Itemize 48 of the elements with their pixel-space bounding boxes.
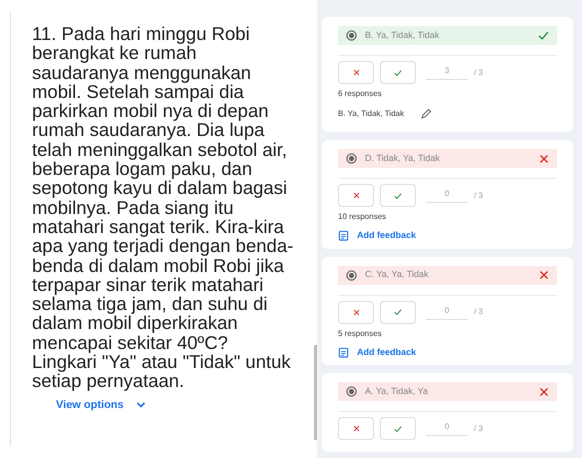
max-score: / 3	[474, 306, 483, 318]
cross-icon	[352, 308, 360, 316]
clipboard-icon	[338, 230, 349, 242]
check-icon	[538, 30, 549, 41]
cross-icon	[352, 425, 360, 432]
check-icon	[394, 192, 402, 200]
answer-text: B. Ya, Tidak, Tidak	[338, 108, 404, 120]
score-field[interactable]: 0	[426, 304, 468, 320]
max-score: / 3	[474, 66, 483, 78]
clipboard-icon	[338, 346, 349, 358]
option-text: C. Ya, Ya, Tidak	[365, 268, 430, 282]
radio-icon	[346, 153, 357, 164]
cross-icon	[352, 192, 360, 199]
check-icon	[394, 424, 402, 432]
score-field[interactable]: 0	[426, 188, 468, 203]
mark-correct-button[interactable]	[380, 300, 416, 324]
check-icon	[394, 68, 402, 76]
option-text: A. Ya, Tidak, Ya	[365, 384, 429, 398]
max-score: / 3	[474, 422, 483, 434]
radio-icon	[346, 270, 357, 280]
mark-incorrect-button[interactable]	[338, 61, 374, 84]
radio-icon	[346, 386, 357, 397]
chevron-down-icon	[136, 400, 146, 409]
response-count: 6 responses	[338, 88, 383, 100]
mark-correct-button[interactable]	[380, 184, 416, 207]
mark-incorrect-button[interactable]	[338, 417, 374, 440]
pencil-icon[interactable]	[420, 108, 432, 120]
response-count: 5 responses	[338, 328, 383, 340]
max-score: / 3	[474, 190, 483, 202]
cross-icon	[352, 69, 360, 76]
add-feedback-button[interactable]: Add feedback	[338, 346, 557, 359]
mark-correct-button[interactable]	[380, 61, 416, 84]
response-count: 10 responses	[338, 211, 388, 223]
score-field[interactable]: 3	[426, 65, 468, 80]
question-text: 11. Pada hari minggu Robi berangkat ke rumah saudaranya menggunakan mobil. Setelah sampai dia parkirkan mobil nya di depan rumah saudaranya. Dia lupa telah meninggalkan sebotol air, beberapa logam paku, dan sepotong kayu di dalam bagasi mobilnya. Pada siang itu matahari sangat terik. Kira-kira apa yang terjadi dengan benda-benda di dalam mobil Robi jika terpapar sinar terik matahari selama tiga jam, dan suhu di dalam mobil diperkirakan mencapai sekitar 40ºC? Lingkari "Ya" atau "Tidak" untuk setiap pernyataan.	[32, 24, 294, 391]
option-text: D. Tidak, Ya, Tidak	[365, 152, 441, 165]
cross-icon	[539, 154, 549, 164]
score-field[interactable]: 0	[426, 421, 468, 436]
mark-incorrect-button[interactable]	[338, 300, 374, 324]
check-icon	[394, 308, 402, 316]
cross-icon	[539, 270, 549, 280]
view-options-link[interactable]: View options	[56, 396, 146, 414]
cross-icon	[539, 386, 549, 396]
mark-correct-button[interactable]	[380, 417, 416, 440]
radio-icon	[346, 30, 357, 41]
option-text: B. Ya, Tidak, Tidak	[365, 28, 440, 42]
mark-incorrect-button[interactable]	[338, 184, 374, 207]
add-feedback-button[interactable]: Add feedback	[338, 229, 557, 242]
